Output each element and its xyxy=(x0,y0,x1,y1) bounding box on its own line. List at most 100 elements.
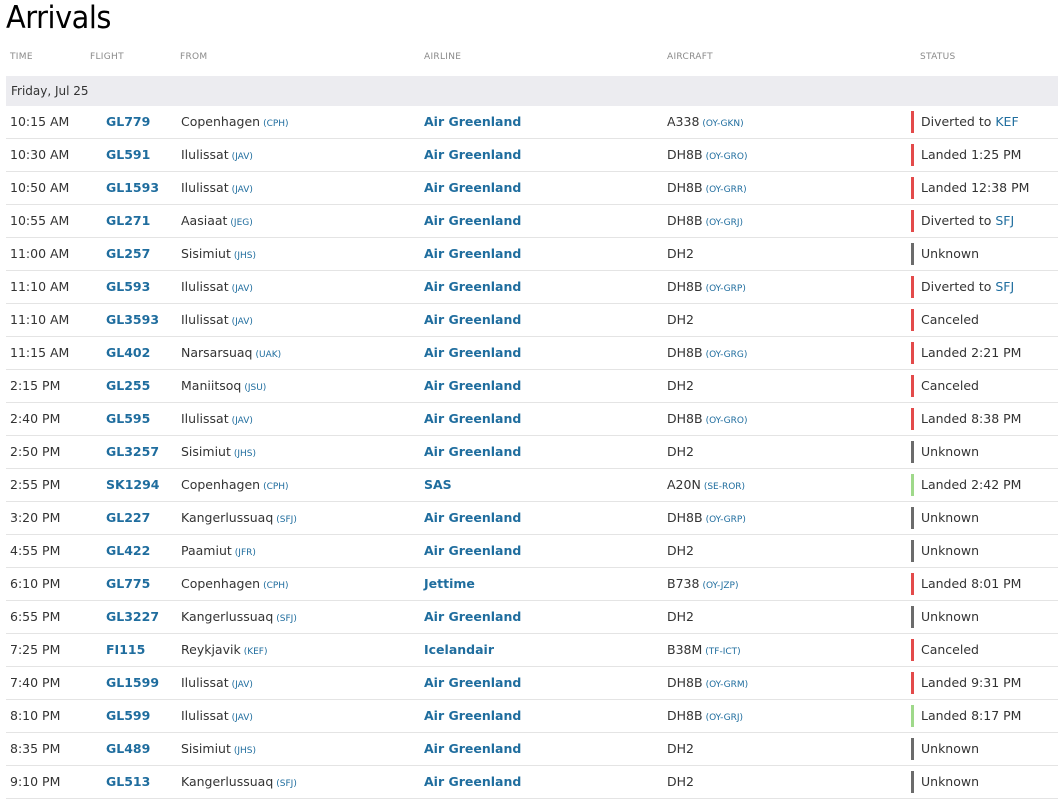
column-header-aircraft[interactable]: AIRCRAFT xyxy=(667,52,713,62)
flight-number-link[interactable]: GL3593 xyxy=(106,312,159,327)
flight-number-link[interactable]: GL402 xyxy=(106,345,150,360)
flight-number-link[interactable]: GL1593 xyxy=(106,180,159,195)
origin-airport-code-link[interactable]: (SFJ) xyxy=(276,515,297,525)
origin-airport-code-link[interactable]: (JHS) xyxy=(234,746,256,756)
aircraft-registration-link[interactable]: (TF-ICT) xyxy=(705,647,740,657)
flight-number-link[interactable]: GL271 xyxy=(106,213,150,228)
flight-number-link[interactable]: GL779 xyxy=(106,114,150,129)
airline-link[interactable]: Air Greenland xyxy=(424,279,521,294)
column-header-from[interactable]: FROM xyxy=(180,52,207,62)
table-row[interactable]: 9:10 PM GL513 Kangerlussuaq (SFJ) Air Greenl… xyxy=(6,766,1058,799)
airline-link[interactable]: Air Greenland xyxy=(424,378,521,393)
aircraft-registration-link[interactable]: (SE-ROR) xyxy=(704,482,745,492)
airline-link[interactable]: Air Greenland xyxy=(424,411,521,426)
flight-number-link[interactable]: GL599 xyxy=(106,708,150,723)
airline-link[interactable]: Air Greenland xyxy=(424,510,521,525)
table-row[interactable]: 4:55 PM GL422 Paamiut (JFR) Air Greenland DH2… xyxy=(6,535,1058,568)
origin-airport-code-link[interactable]: (JEG) xyxy=(230,218,252,228)
flight-number-link[interactable]: SK1294 xyxy=(106,477,159,492)
airline-link[interactable]: Air Greenland xyxy=(424,213,521,228)
flight-number-link[interactable]: GL3227 xyxy=(106,609,159,624)
aircraft-registration-link[interactable]: (OY-GRO) xyxy=(706,416,748,426)
aircraft-registration-link[interactable]: (OY-JZP) xyxy=(702,581,738,591)
airline-link[interactable]: Air Greenland xyxy=(424,345,521,360)
flight-number-link[interactable]: GL513 xyxy=(106,774,150,789)
origin-airport-code-link[interactable]: (JAV) xyxy=(232,152,253,162)
airline-link[interactable]: Air Greenland xyxy=(424,741,521,756)
origin-airport-code-link[interactable]: (JAV) xyxy=(232,317,253,327)
table-row[interactable]: 7:25 PM FI115 Reykjavik (KEF) Icelandair B38M… xyxy=(6,634,1058,667)
diverted-airport-link[interactable]: SFJ xyxy=(995,279,1014,294)
origin-airport-code-link[interactable]: (SFJ) xyxy=(276,614,297,624)
diverted-airport-link[interactable]: SFJ xyxy=(995,213,1014,228)
flight-number-link[interactable]: GL257 xyxy=(106,246,150,261)
airline-link[interactable]: Icelandair xyxy=(424,642,494,657)
flight-number-link[interactable]: GL593 xyxy=(106,279,150,294)
flight-number-link[interactable]: GL1599 xyxy=(106,675,159,690)
origin-airport-code-link[interactable]: (JAV) xyxy=(232,680,253,690)
airline-link[interactable]: Air Greenland xyxy=(424,444,521,459)
table-row[interactable]: 2:15 PM GL255 Maniitsoq (JSU) Air Greenland D… xyxy=(6,370,1058,403)
aircraft-registration-link[interactable]: (OY-GRR) xyxy=(706,185,747,195)
aircraft-registration-link[interactable]: (OY-GRO) xyxy=(706,152,748,162)
table-row[interactable]: 10:30 AM GL591 Ilulissat (JAV) Air Greenland… xyxy=(6,139,1058,172)
table-row[interactable]: 6:55 PM GL3227 Kangerlussuaq (SFJ) Air Green… xyxy=(6,601,1058,634)
table-row[interactable]: 2:50 PM GL3257 Sisimiut (JHS) Air Greenland D… xyxy=(6,436,1058,469)
table-row[interactable]: 2:55 PM SK1294 Copenhagen (CPH) SAS A20N (SE-R… xyxy=(6,469,1058,502)
diverted-airport-link[interactable]: KEF xyxy=(995,114,1018,129)
table-row[interactable]: 10:55 AM GL271 Aasiaat (JEG) Air Greenland DH… xyxy=(6,205,1058,238)
origin-airport-code-link[interactable]: (JHS) xyxy=(234,449,256,459)
column-header-status[interactable]: STATUS xyxy=(920,52,956,62)
table-row[interactable]: 8:35 PM GL489 Sisimiut (JHS) Air Greenland DH… xyxy=(6,733,1058,766)
flight-number-link[interactable]: GL595 xyxy=(106,411,150,426)
aircraft-registration-link[interactable]: (OY-GRG) xyxy=(706,350,748,360)
origin-airport-code-link[interactable]: (JHS) xyxy=(234,251,256,261)
airline-link[interactable]: Air Greenland xyxy=(424,774,521,789)
flight-number-link[interactable]: GL489 xyxy=(106,741,150,756)
flight-number-link[interactable]: GL227 xyxy=(106,510,150,525)
flight-number-link[interactable]: GL775 xyxy=(106,576,150,591)
airline-link[interactable]: Air Greenland xyxy=(424,180,521,195)
table-row[interactable]: 2:40 PM GL595 Ilulissat (JAV) Air Greenland D… xyxy=(6,403,1058,436)
airline-link[interactable]: Air Greenland xyxy=(424,708,521,723)
table-row[interactable]: 8:10 PM GL599 Ilulissat (JAV) Air Greenland D… xyxy=(6,700,1058,733)
aircraft-registration-link[interactable]: (OY-GRJ) xyxy=(706,713,744,723)
origin-airport-code-link[interactable]: (KEF) xyxy=(244,647,268,657)
aircraft-registration-link[interactable]: (OY-GRJ) xyxy=(706,218,744,228)
origin-airport-code-link[interactable]: (JAV) xyxy=(232,284,253,294)
flight-number-link[interactable]: GL255 xyxy=(106,378,150,393)
table-row[interactable]: 6:10 PM GL775 Copenhagen (CPH) Jettime B738 (O… xyxy=(6,568,1058,601)
table-row[interactable]: 11:10 AM GL593 Ilulissat (JAV) Air Greenland… xyxy=(6,271,1058,304)
airline-link[interactable]: SAS xyxy=(424,477,452,492)
column-header-airline[interactable]: AIRLINE xyxy=(424,52,461,62)
airline-link[interactable]: Air Greenland xyxy=(424,675,521,690)
origin-airport-code-link[interactable]: (CPH) xyxy=(263,119,289,129)
airline-link[interactable]: Air Greenland xyxy=(424,114,521,129)
airline-link[interactable]: Air Greenland xyxy=(424,609,521,624)
origin-airport-code-link[interactable]: (CPH) xyxy=(263,482,289,492)
aircraft-registration-link[interactable]: (OY-GRM) xyxy=(706,680,749,690)
table-row[interactable]: 11:10 AM GL3593 Ilulissat (JAV) Air Greenlan… xyxy=(6,304,1058,337)
airline-link[interactable]: Air Greenland xyxy=(424,147,521,162)
airline-link[interactable]: Air Greenland xyxy=(424,543,521,558)
flight-number-link[interactable]: FI115 xyxy=(106,642,145,657)
table-row[interactable]: 7:40 PM GL1599 Ilulissat (JAV) Air Greenland… xyxy=(6,667,1058,700)
table-row[interactable]: 10:50 AM GL1593 Ilulissat (JAV) Air Greenlan… xyxy=(6,172,1058,205)
table-row[interactable]: 10:15 AM GL779 Copenhagen (CPH) Air Greenlan… xyxy=(6,106,1058,139)
flight-number-link[interactable]: GL591 xyxy=(106,147,150,162)
airline-link[interactable]: Air Greenland xyxy=(424,246,521,261)
flight-number-link[interactable]: GL3257 xyxy=(106,444,159,459)
origin-airport-code-link[interactable]: (JAV) xyxy=(232,713,253,723)
table-row[interactable]: 11:00 AM GL257 Sisimiut (JHS) Air Greenland D… xyxy=(6,238,1058,271)
aircraft-registration-link[interactable]: (OY-GRP) xyxy=(706,284,746,294)
flight-number-link[interactable]: GL422 xyxy=(106,543,150,558)
origin-airport-code-link[interactable]: (JSU) xyxy=(244,383,266,393)
origin-airport-code-link[interactable]: (UAK) xyxy=(256,350,282,360)
table-row[interactable]: 11:15 AM GL402 Narsarsuaq (UAK) Air Greenlan… xyxy=(6,337,1058,370)
origin-airport-code-link[interactable]: (JAV) xyxy=(232,185,253,195)
airline-link[interactable]: Air Greenland xyxy=(424,312,521,327)
origin-airport-code-link[interactable]: (CPH) xyxy=(263,581,289,591)
airline-link[interactable]: Jettime xyxy=(424,576,475,591)
column-header-flight[interactable]: FLIGHT xyxy=(90,52,124,62)
aircraft-registration-link[interactable]: (OY-GRP) xyxy=(706,515,746,525)
